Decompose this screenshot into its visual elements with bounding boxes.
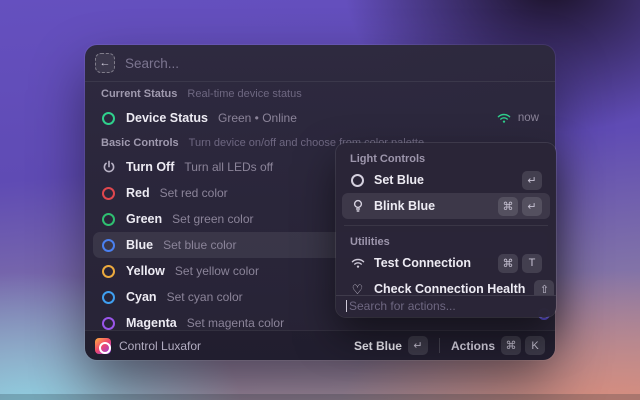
item-subtitle: Set green color [172, 212, 253, 226]
lightbulb-icon [350, 199, 365, 214]
item-label: Blue [126, 238, 153, 252]
luxafor-app-icon [95, 338, 111, 354]
wifi-icon [497, 112, 511, 124]
actions-search-input[interactable]: Search for actions... [336, 295, 556, 316]
action-item-check-connection-health[interactable]: ♡Check Connection Health⇧⌘H [342, 276, 550, 295]
item-subtitle: Set magenta color [187, 316, 284, 330]
action-item-test-connection[interactable]: Test Connection ⌘T [342, 250, 550, 276]
action-shortcut: ↵ [522, 171, 542, 190]
text-cursor-icon [346, 300, 347, 312]
action-shortcut: ⌘↵ [498, 197, 542, 216]
circle-icon [101, 316, 116, 331]
actions-panel: Light ControlsSet Blue↵Blink Blue⌘↵Utili… [336, 143, 556, 317]
cmd-key: ⌘ [498, 254, 518, 273]
relative-time: now [518, 112, 539, 124]
panel-section-title: Light Controls [342, 149, 550, 167]
key-t: T [522, 254, 542, 273]
item-label: Cyan [126, 290, 157, 304]
return-key: ↵ [522, 197, 542, 216]
circle-icon [101, 212, 116, 227]
primary-action-shortcut: ↵ [408, 336, 428, 355]
item-label: Green [126, 212, 162, 226]
action-label: Blink Blue [374, 199, 435, 213]
circle-icon [350, 173, 365, 188]
section-subtitle: Real-time device status [187, 88, 301, 100]
search-header: ← Search... [85, 45, 555, 82]
footer-bar: Control Luxafor Set Blue ↵ Actions ⌘K [85, 330, 555, 360]
item-label: Magenta [126, 316, 177, 330]
panel-divider [344, 225, 548, 226]
return-key: ↵ [522, 171, 542, 190]
panel-section-title: Utilities [342, 232, 550, 250]
action-item-set-blue[interactable]: Set Blue ↵ [342, 167, 550, 193]
circle-icon [101, 111, 116, 126]
item-label: Device Status [126, 111, 208, 125]
circle-icon [101, 290, 116, 305]
actions-shortcut: ⌘K [501, 336, 545, 355]
item-subtitle: Set blue color [163, 238, 236, 252]
search-input[interactable]: Search... [125, 56, 179, 71]
actions-search-placeholder: Search for actions... [349, 299, 456, 313]
item-accessory: now [497, 112, 539, 124]
wifi-icon [350, 256, 365, 271]
item-label: Red [126, 186, 150, 200]
section-title: Current Status [101, 88, 177, 100]
footer-actions: Set Blue ↵ Actions ⌘K [354, 336, 545, 355]
back-arrow-icon: ← [100, 57, 111, 69]
shift-key: ⇧ [534, 280, 554, 296]
item-subtitle: Turn all LEDs off [184, 160, 273, 174]
item-subtitle: Set cyan color [167, 290, 243, 304]
primary-action-button[interactable]: Set Blue [354, 339, 402, 353]
footer-divider [439, 338, 440, 353]
section-title: Basic Controls [101, 137, 179, 149]
action-shortcut: ⇧⌘H [534, 280, 556, 296]
list-item-device-status[interactable]: Device Status Green • Online now [93, 105, 547, 131]
cmd-key: ⌘ [498, 197, 518, 216]
action-label: Set Blue [374, 173, 424, 187]
section-header: Current Status Real-time device status [93, 88, 547, 105]
back-button[interactable]: ← [95, 53, 115, 73]
item-label: Turn Off [126, 160, 174, 174]
cmd-key: ⌘ [501, 336, 521, 355]
item-subtitle: Set red color [160, 186, 228, 200]
app-name: Control Luxafor [119, 339, 201, 353]
actions-button[interactable]: Actions [451, 339, 495, 353]
circle-icon [101, 238, 116, 253]
action-item-blink-blue[interactable]: Blink Blue ⌘↵ [342, 193, 550, 219]
key-k: K [525, 336, 545, 355]
heart-icon: ♡ [350, 282, 365, 296]
action-shortcut: ⌘T [498, 254, 542, 273]
action-label: Check Connection Health [374, 282, 525, 295]
power-icon [101, 160, 116, 175]
item-subtitle: Green • Online [218, 111, 297, 125]
item-label: Yellow [126, 264, 165, 278]
action-label: Test Connection [374, 256, 471, 270]
circle-icon [101, 264, 116, 279]
return-key: ↵ [408, 336, 428, 355]
circle-icon [101, 186, 116, 201]
actions-list: Light ControlsSet Blue↵Blink Blue⌘↵Utili… [336, 143, 556, 295]
bottom-edge [0, 394, 640, 400]
item-subtitle: Set yellow color [175, 264, 259, 278]
desktop-background: ← Search... Current Status Real-time devi… [0, 0, 640, 400]
